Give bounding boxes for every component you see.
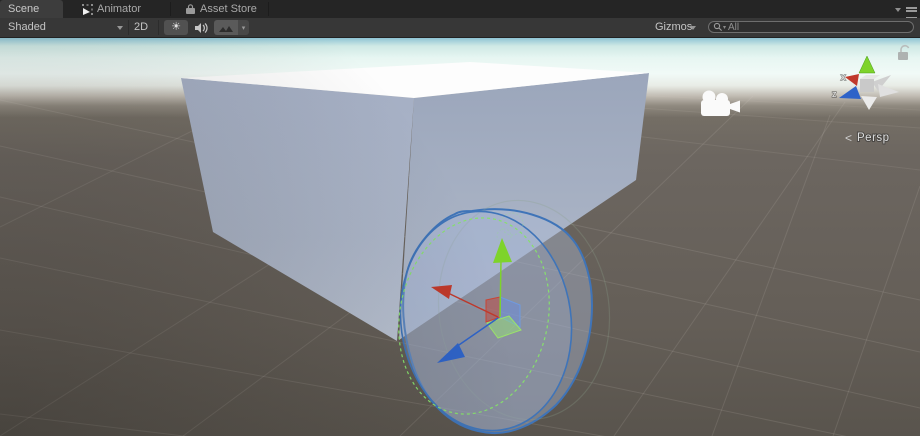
tab-animator-label: Animator	[97, 3, 141, 15]
tab-scene[interactable]: Scene	[0, 0, 63, 18]
projection-toggle[interactable]: < Persp	[845, 131, 890, 145]
toolbar-separator	[128, 20, 129, 35]
toggle-2d-button[interactable]: 2D	[134, 21, 148, 33]
asset-store-icon	[185, 4, 196, 15]
tab-asset-store-label: Asset Store	[200, 3, 257, 15]
tab-animator[interactable]: Animator	[74, 0, 149, 18]
scene-3d-viewport[interactable]: x z < Persp	[0, 38, 920, 436]
tab-divider	[170, 2, 171, 16]
audio-toggle-button[interactable]	[190, 20, 212, 35]
chevron-down-icon	[117, 26, 123, 30]
effects-dropdown-button[interactable]: ▾	[238, 20, 249, 35]
pane-dropdown-icon[interactable]	[895, 8, 901, 12]
tab-scene-label: Scene	[8, 3, 39, 15]
panel-tab-bar: Scene Animator Asset Store	[0, 0, 920, 18]
unity-scene-view-window: { "panel_tabs": { "tabs": [ {"label": "S…	[0, 0, 920, 436]
tab-asset-store[interactable]: Asset Store	[177, 0, 265, 18]
scene-render: x z < Persp	[0, 38, 920, 436]
search-filter-dropdown-icon[interactable]: ▾	[723, 24, 726, 31]
speaker-icon	[194, 22, 208, 34]
gizmos-dropdown[interactable]: Gizmos	[655, 21, 692, 33]
image-icon	[219, 23, 233, 33]
chevron-down-icon	[690, 26, 696, 30]
axis-x-label: x	[841, 72, 846, 82]
shading-mode-dropdown[interactable]: Shaded	[8, 21, 46, 33]
axis-y-line	[500, 260, 501, 317]
search-input[interactable]	[728, 22, 878, 33]
lighting-toggle-button[interactable]: ☀	[164, 20, 188, 35]
scene-toolbar: Shaded 2D ☀ ▾ Gizmos ▾	[0, 18, 920, 38]
projection-label: Persp	[857, 132, 890, 144]
tab-divider	[268, 2, 269, 16]
animator-icon	[82, 4, 93, 15]
persp-arrow-icon: <	[845, 131, 852, 145]
axis-z-label: z	[832, 89, 837, 99]
gizmo-search-field[interactable]: ▾	[708, 21, 914, 33]
orientation-gizmo-cube[interactable]	[860, 79, 874, 92]
effects-toggle-button[interactable]	[214, 20, 238, 35]
search-icon	[713, 22, 723, 32]
chevron-down-icon: ▾	[242, 24, 246, 32]
toolbar-separator	[158, 20, 159, 35]
sun-icon: ☀	[171, 22, 181, 33]
